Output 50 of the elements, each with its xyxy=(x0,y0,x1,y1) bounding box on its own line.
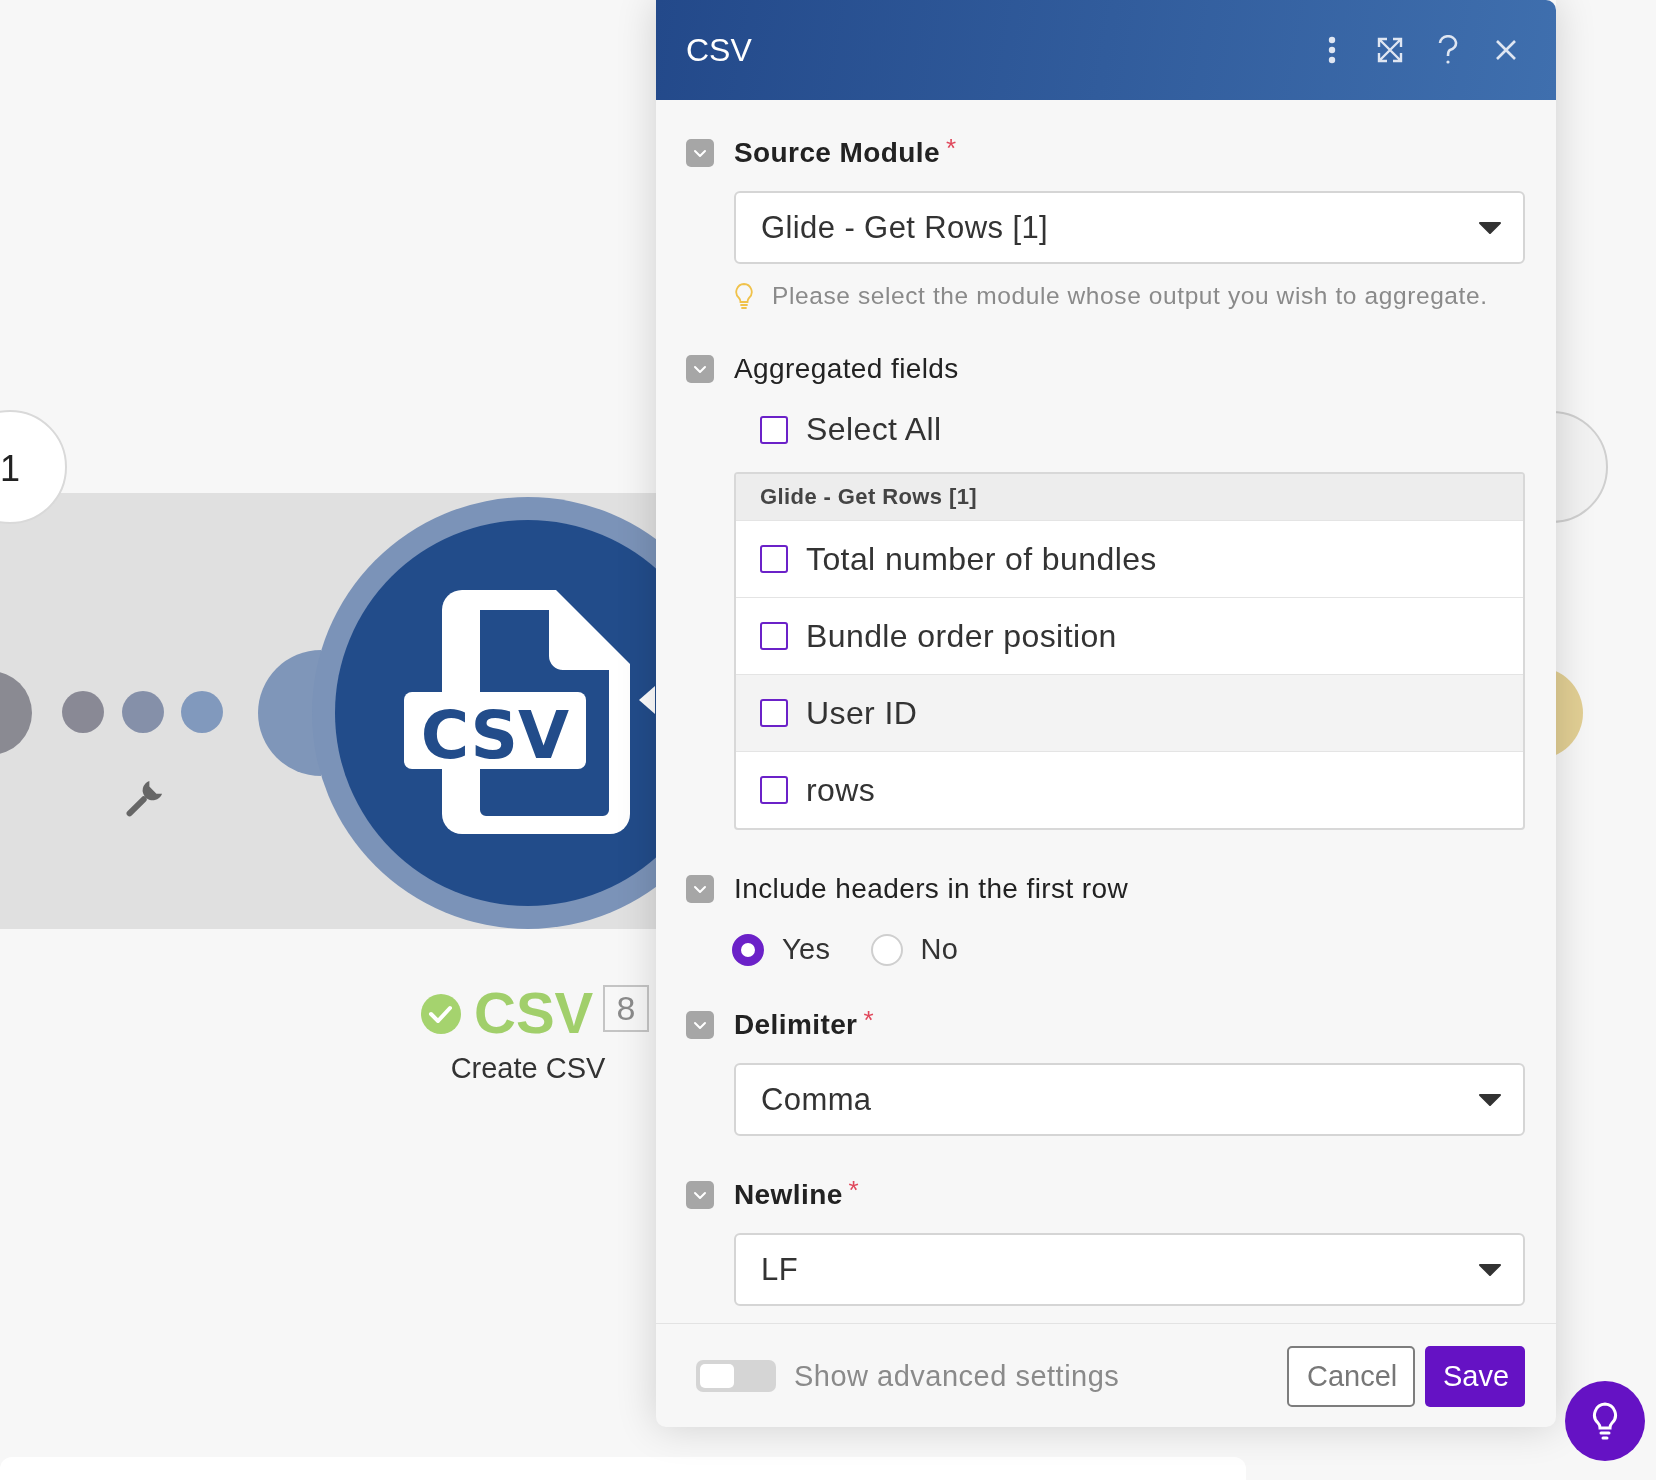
list-group-header: Glide - Get Rows [1] xyxy=(736,474,1523,520)
dropdown-select[interactable]: Glide - Get Rows [1] xyxy=(734,191,1525,264)
field-label: Aggregated fields xyxy=(734,353,959,385)
module-logo-text: CSV xyxy=(420,697,570,774)
save-button[interactable]: Save xyxy=(1425,1345,1525,1407)
module-node[interactable] xyxy=(0,671,32,755)
module-subtitle: Create CSV xyxy=(449,1051,607,1086)
list-row[interactable]: Total number of bundles xyxy=(736,520,1523,597)
collapse-toggle[interactable] xyxy=(686,139,714,167)
module-count-badge: 8 xyxy=(603,985,649,1032)
radio-label[interactable]: No xyxy=(920,933,959,966)
field-label: Include headers in the first row xyxy=(734,873,1129,905)
checkbox-label[interactable]: Select All xyxy=(806,411,942,448)
required-marker: * xyxy=(863,1005,874,1036)
collapse-toggle[interactable] xyxy=(686,355,714,383)
field-label: Newline xyxy=(734,1179,843,1211)
checkbox[interactable] xyxy=(760,415,788,444)
cancel-button[interactable]: Cancel xyxy=(1287,1345,1415,1407)
checkbox[interactable] xyxy=(760,699,788,727)
checkbox-label[interactable]: Bundle order position xyxy=(806,617,1117,655)
lightbulb-icon xyxy=(1591,1401,1619,1441)
radio-button[interactable] xyxy=(732,933,764,966)
dropdown-select[interactable]: Comma xyxy=(734,1063,1525,1136)
toggle-switch[interactable] xyxy=(696,1360,776,1392)
checkbox[interactable] xyxy=(760,622,788,650)
module-name: CSV xyxy=(474,980,594,1046)
panel-title: CSV xyxy=(686,31,753,69)
collapse-toggle[interactable] xyxy=(686,1011,714,1039)
required-marker: * xyxy=(848,1175,860,1206)
dropdown-caret-icon xyxy=(1479,1093,1501,1106)
hint-text: Please select the module whose output you wish to aggregate. xyxy=(772,282,1488,310)
list-row[interactable]: rows xyxy=(736,751,1523,828)
dropdown-caret-icon xyxy=(1479,1263,1501,1276)
collapse-toggle[interactable] xyxy=(686,875,714,903)
checkbox[interactable] xyxy=(760,545,788,573)
dropdown-select[interactable]: LF xyxy=(734,1233,1525,1306)
required-marker: * xyxy=(945,133,957,164)
checkbox-label[interactable]: rows xyxy=(806,771,876,809)
step-number: 1 xyxy=(0,448,21,489)
field-label: Delimiter xyxy=(734,1009,858,1041)
checkbox[interactable] xyxy=(760,776,788,804)
collapse-toggle[interactable] xyxy=(686,1181,714,1209)
lightbulb-icon xyxy=(734,282,754,310)
list-row[interactable]: User ID xyxy=(736,674,1523,751)
dropdown-caret-icon xyxy=(1479,221,1501,234)
radio-label[interactable]: Yes xyxy=(782,933,831,966)
field-label: Source Module xyxy=(734,137,940,169)
checkbox-label[interactable]: User ID xyxy=(806,694,918,732)
checkbox-label[interactable]: Total number of bundles xyxy=(806,540,1157,578)
wrench-icon[interactable] xyxy=(125,780,163,818)
